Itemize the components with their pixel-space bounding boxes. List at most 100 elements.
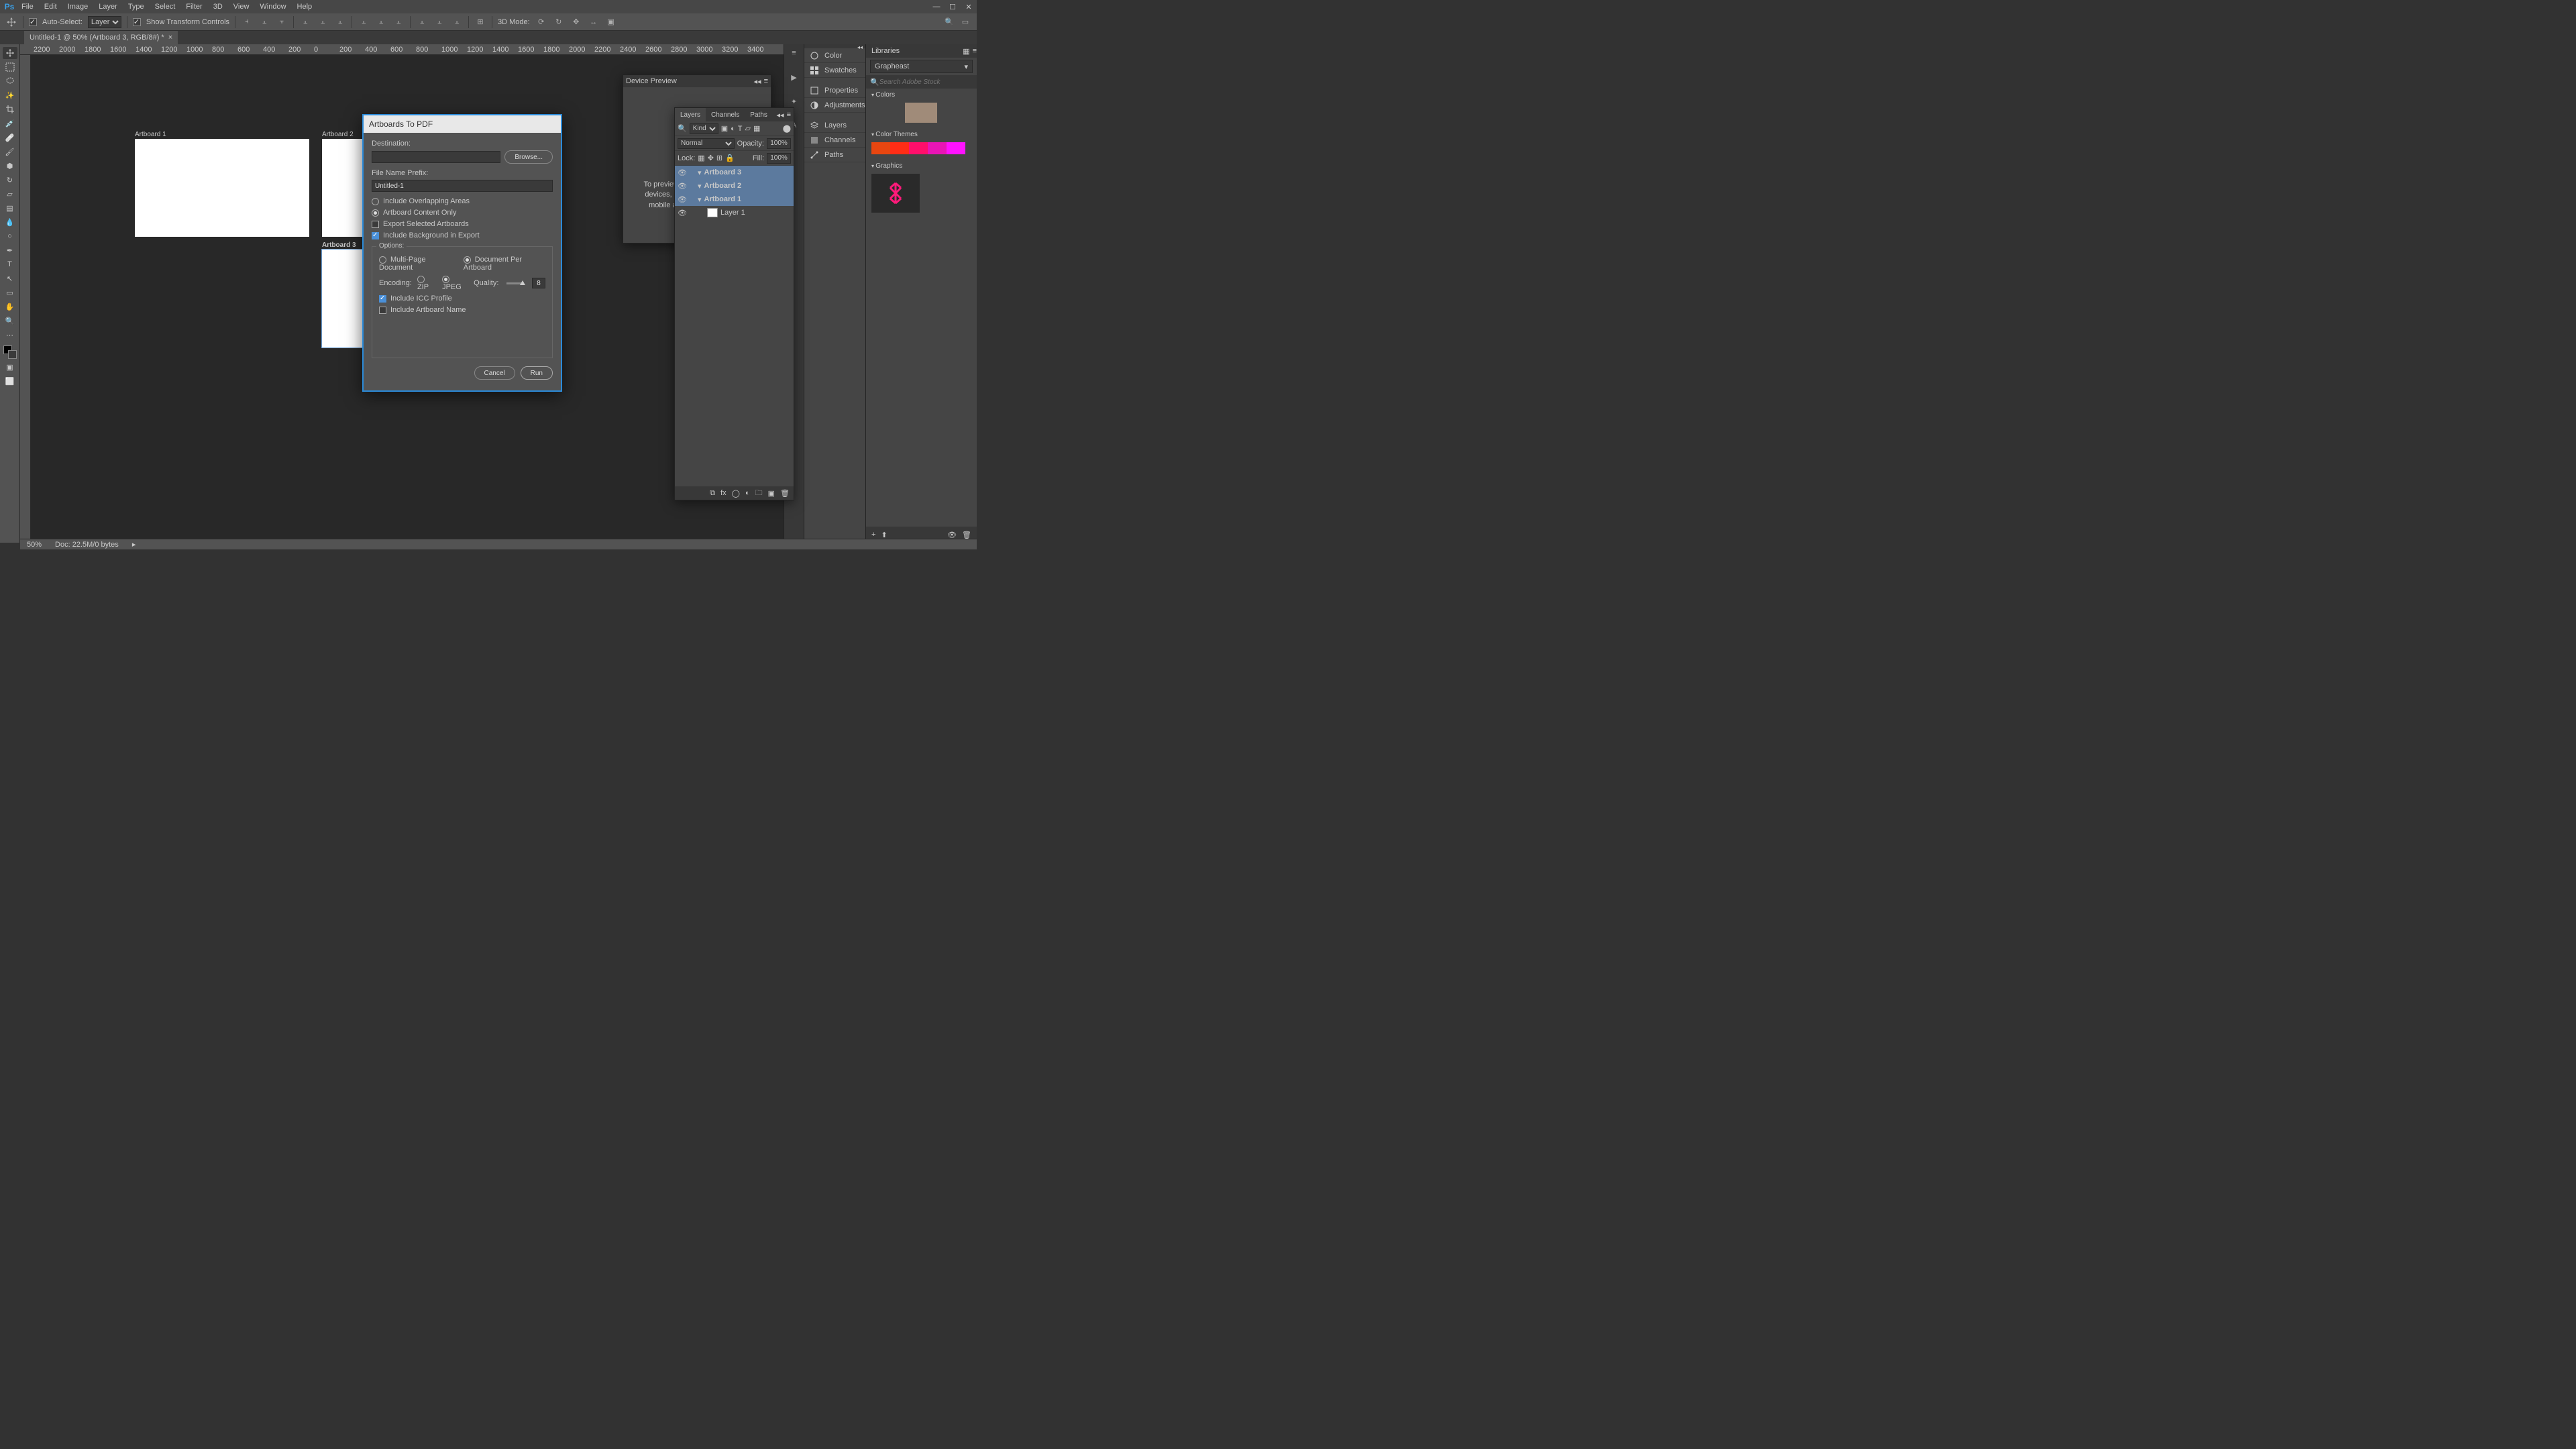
- gradient-tool[interactable]: ▤: [3, 202, 17, 214]
- filter-smart-icon[interactable]: ▦: [753, 124, 760, 133]
- add-asset-icon[interactable]: +: [871, 531, 875, 539]
- collapse-arrow-icon[interactable]: ▾: [698, 182, 702, 191]
- move-tool-icon[interactable]: [5, 16, 17, 28]
- window-maximize-icon[interactable]: ☐: [945, 0, 961, 13]
- include-overlap-radio[interactable]: [372, 198, 379, 205]
- zoom-tool[interactable]: 🔍: [3, 315, 17, 327]
- artboard-1-label[interactable]: Artboard 1: [135, 131, 166, 138]
- menu-file[interactable]: File: [16, 0, 39, 13]
- channels-tab[interactable]: Channels: [706, 108, 745, 121]
- align-right-icon[interactable]: ⫟: [276, 16, 288, 28]
- destination-input[interactable]: [372, 151, 500, 163]
- filter-shape-icon[interactable]: ▱: [745, 124, 751, 133]
- upload-asset-icon[interactable]: ⬆: [881, 531, 887, 539]
- grid-view-icon[interactable]: ▦: [963, 47, 969, 56]
- include-bg-checkbox[interactable]: [372, 232, 379, 239]
- theme-swatch-4[interactable]: [928, 142, 947, 154]
- filter-adjust-icon[interactable]: ◐: [731, 125, 735, 133]
- align-bottom-icon[interactable]: ⫠: [334, 16, 346, 28]
- opacity-input[interactable]: [767, 138, 791, 149]
- delete-layer-icon[interactable]: 🗑: [780, 489, 790, 498]
- magic-wand-tool[interactable]: ✨: [3, 89, 17, 101]
- paths-tab[interactable]: Paths: [745, 108, 773, 121]
- visibility-icon[interactable]: 👁: [678, 182, 687, 191]
- colors-section[interactable]: Colors: [866, 89, 977, 101]
- group-icon[interactable]: 🗀: [755, 487, 763, 500]
- 3d-orbit-icon[interactable]: ⟳: [535, 16, 547, 28]
- themes-section[interactable]: Color Themes: [866, 128, 977, 141]
- artboard-3-label[interactable]: Artboard 3: [322, 241, 356, 249]
- quality-input[interactable]: [532, 278, 545, 288]
- run-button[interactable]: Run: [521, 366, 553, 380]
- layer-filter-type[interactable]: Kind: [690, 123, 718, 134]
- content-only-radio[interactable]: [372, 209, 379, 217]
- panel-menu-icon[interactable]: ≡: [787, 111, 791, 119]
- collapse-arrow-icon[interactable]: ▾: [698, 168, 702, 177]
- workspace-icon[interactable]: ▭: [959, 16, 971, 28]
- move-tool[interactable]: [3, 47, 17, 59]
- theme-swatch-1[interactable]: [871, 142, 890, 154]
- menu-view[interactable]: View: [228, 0, 255, 13]
- auto-select-dropdown[interactable]: Layer: [88, 16, 121, 28]
- align-vcenter-icon[interactable]: ⫠: [317, 16, 329, 28]
- 3d-zoom-icon[interactable]: ▣: [605, 16, 617, 28]
- distribute-top-icon[interactable]: ⫠: [358, 16, 370, 28]
- browse-button[interactable]: Browse...: [504, 150, 553, 164]
- menu-type[interactable]: Type: [123, 0, 150, 13]
- export-selected-checkbox[interactable]: [372, 221, 379, 228]
- theme-swatch-3[interactable]: [909, 142, 928, 154]
- edit-toolbar-icon[interactable]: ⋯: [3, 329, 17, 341]
- visibility-icon[interactable]: 👁: [678, 195, 687, 204]
- align-top-icon[interactable]: ⫠: [299, 16, 311, 28]
- eyedropper-tool[interactable]: 💉: [3, 117, 17, 129]
- blend-mode-dropdown[interactable]: Normal: [678, 138, 735, 149]
- link-layers-icon[interactable]: ⧉: [710, 489, 715, 498]
- visibility-icon[interactable]: 👁: [678, 209, 687, 217]
- lock-artboard-icon[interactable]: ⊞: [716, 154, 722, 162]
- zip-radio[interactable]: [417, 276, 425, 283]
- 3d-pan-icon[interactable]: ✥: [570, 16, 582, 28]
- menu-help[interactable]: Help: [292, 0, 318, 13]
- artboard-2-label[interactable]: Artboard 2: [322, 131, 354, 138]
- screenmode-tool[interactable]: ⬜: [3, 375, 17, 387]
- stamp-tool[interactable]: ⬢: [3, 160, 17, 172]
- document-tab[interactable]: Untitled-1 @ 50% (Artboard 3, RGB/8#) * …: [24, 31, 178, 44]
- menu-window[interactable]: Window: [254, 0, 291, 13]
- info-panel-icon[interactable]: ✦: [788, 95, 800, 107]
- eraser-tool[interactable]: ▱: [3, 188, 17, 200]
- swatches-panel-tab[interactable]: Swatches: [804, 63, 865, 78]
- distribute-bottom-icon[interactable]: ⫠: [392, 16, 405, 28]
- artboard-1[interactable]: [135, 139, 309, 237]
- per-artboard-radio[interactable]: [464, 256, 471, 264]
- layer-artboard-1[interactable]: 👁▾Artboard 1: [675, 193, 794, 206]
- adjustments-panel-tab[interactable]: Adjustments: [804, 98, 865, 113]
- menu-edit[interactable]: Edit: [39, 0, 62, 13]
- type-tool[interactable]: T: [3, 258, 17, 270]
- actions-panel-icon[interactable]: ▶: [788, 71, 800, 83]
- distribute-left-icon[interactable]: ⫠: [416, 16, 428, 28]
- graphic-asset[interactable]: [871, 174, 920, 213]
- layer-layer1[interactable]: 👁Layer 1: [675, 206, 794, 219]
- theme-swatch-5[interactable]: [947, 142, 965, 154]
- pen-tool[interactable]: ✒: [3, 244, 17, 256]
- align-left-icon[interactable]: ⫞: [241, 16, 253, 28]
- menu-layer[interactable]: Layer: [93, 0, 123, 13]
- channels-panel-tab[interactable]: Channels: [804, 133, 865, 148]
- history-brush-tool[interactable]: ↻: [3, 174, 17, 186]
- auto-align-icon[interactable]: ⊞: [474, 16, 486, 28]
- path-select-tool[interactable]: ↖: [3, 272, 17, 284]
- visibility-icon[interactable]: 👁: [678, 168, 687, 177]
- blur-tool[interactable]: 💧: [3, 216, 17, 228]
- crop-tool[interactable]: [3, 103, 17, 115]
- window-close-icon[interactable]: ✕: [961, 0, 977, 13]
- layer-mask-icon[interactable]: ◯: [732, 489, 740, 498]
- collapse-icon[interactable]: ◂◂: [754, 77, 761, 86]
- show-transform-checkbox[interactable]: [133, 18, 141, 26]
- close-tab-icon[interactable]: ×: [168, 34, 172, 42]
- color-swatch-2[interactable]: [905, 103, 937, 123]
- history-panel-icon[interactable]: ≡: [788, 47, 800, 59]
- theme-swatch-2[interactable]: [890, 142, 909, 154]
- brush-tool[interactable]: 🖌: [3, 146, 17, 158]
- marquee-tool[interactable]: [3, 61, 17, 73]
- lock-pixels-icon[interactable]: ▦: [698, 154, 704, 162]
